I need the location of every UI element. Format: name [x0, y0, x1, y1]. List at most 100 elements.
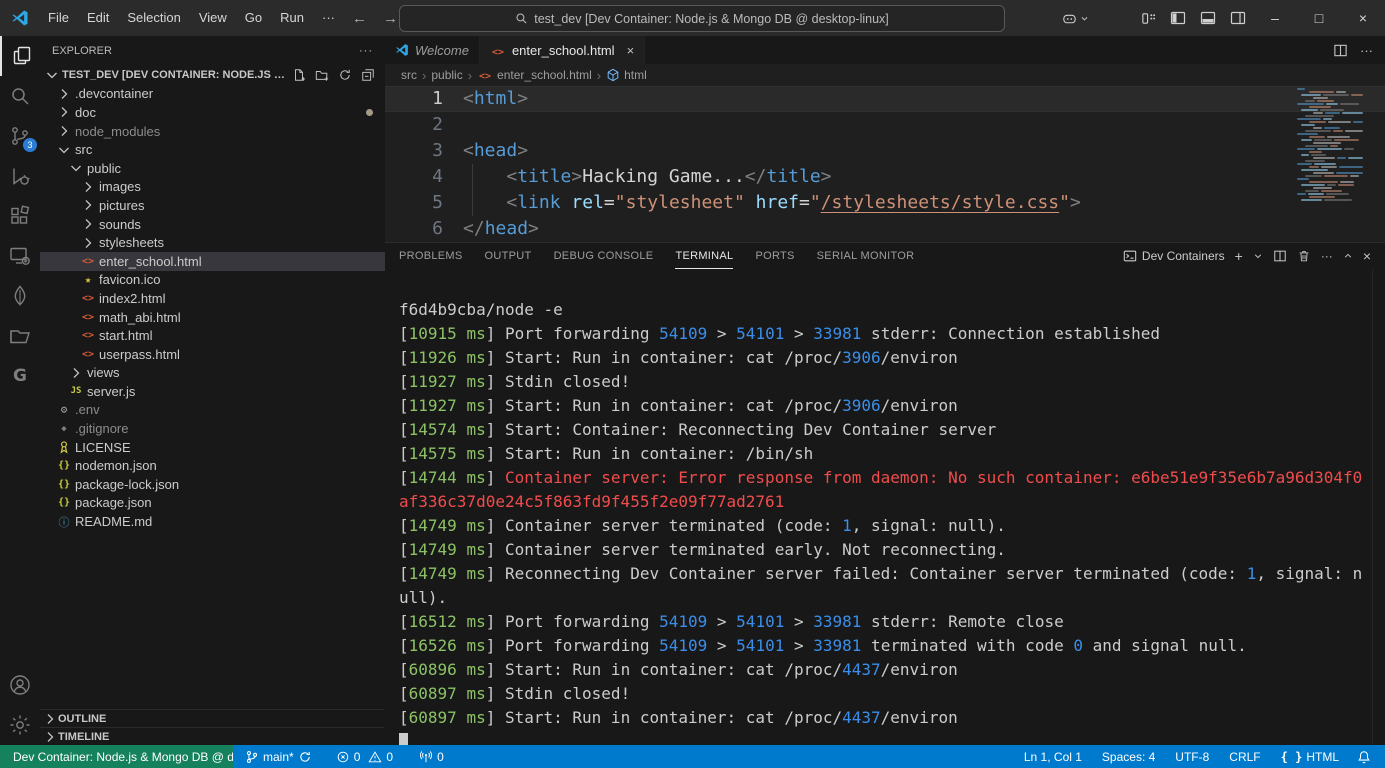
tree-item-index2-html[interactable]: <>index2.html: [40, 289, 385, 308]
tree-item-readme-md[interactable]: ⓘREADME.md: [40, 512, 385, 531]
tree-item-userpass-html[interactable]: <>userpass.html: [40, 345, 385, 364]
activity-source-control-icon[interactable]: 3: [0, 116, 40, 156]
indentation[interactable]: Spaces: 4: [1096, 745, 1161, 768]
activity-explorer-icon[interactable]: [0, 36, 42, 76]
tree-item--env[interactable]: ⚙.env: [40, 401, 385, 420]
outline-section[interactable]: OUTLINE: [40, 709, 384, 728]
menu-file[interactable]: File: [39, 6, 78, 30]
tab-enter-school-html[interactable]: <>enter_school.html×: [480, 36, 645, 64]
tree-item-views[interactable]: views: [40, 364, 385, 383]
explorer-more-actions-button[interactable]: ···: [359, 45, 373, 57]
activity-search-icon[interactable]: [0, 76, 40, 116]
tree-item-favicon-ico[interactable]: ★favicon.ico: [40, 271, 385, 290]
tree-item-enter-school-html[interactable]: <>enter_school.html: [40, 252, 385, 271]
activity-mongodb-icon[interactable]: [0, 276, 40, 316]
toggle-panel-button[interactable]: [1193, 5, 1223, 31]
new-terminal-button[interactable]: +: [1235, 249, 1243, 263]
eol-sequence[interactable]: CRLF: [1223, 745, 1266, 768]
tree-item-start-html[interactable]: <>start.html: [40, 326, 385, 345]
activity-settings-icon[interactable]: [0, 705, 40, 745]
minimap-line: [1297, 97, 1363, 99]
new-folder-icon[interactable]: [315, 68, 329, 82]
breadcrumb-src[interactable]: src: [401, 68, 417, 82]
minimap-bar: [1308, 193, 1324, 195]
activity-extensions-icon[interactable]: [0, 196, 40, 236]
refresh-icon[interactable]: [338, 68, 352, 82]
tree-item-package-json[interactable]: {}package.json: [40, 494, 385, 513]
close-button[interactable]: ×: [1341, 1, 1385, 36]
maximize-button[interactable]: □: [1297, 1, 1341, 36]
toggle-secondary-sidebar-button[interactable]: [1223, 5, 1253, 31]
terminal-dropdown-icon[interactable]: [1253, 251, 1263, 261]
explorer-root-folder[interactable]: TEST_DEV [DEV CONTAINER: NODE.JS & MONGO…: [40, 66, 385, 85]
panel-tab-output[interactable]: OUTPUT: [485, 243, 532, 269]
split-editor-icon[interactable]: [1333, 43, 1348, 58]
terminal-scrollbar[interactable]: [1372, 269, 1385, 746]
ports-item[interactable]: 0: [413, 745, 450, 768]
tree-item-node-modules[interactable]: node_modules: [40, 122, 385, 141]
menu-go[interactable]: Go: [236, 6, 271, 30]
tree-item-src[interactable]: src: [40, 140, 385, 159]
terminal-profile[interactable]: Dev Containers: [1123, 249, 1225, 263]
notifications-bell[interactable]: [1351, 745, 1377, 768]
kill-terminal-icon[interactable]: [1297, 249, 1311, 263]
panel-more-actions-icon[interactable]: ···: [1321, 249, 1333, 263]
tab-welcome[interactable]: Welcome: [385, 36, 480, 64]
tree-item-license[interactable]: LICENSE: [40, 438, 385, 457]
more-actions-icon[interactable]: ···: [1360, 43, 1373, 58]
split-terminal-icon[interactable]: [1273, 249, 1287, 263]
collapse-all-icon[interactable]: [361, 68, 375, 82]
menu-selection[interactable]: Selection: [118, 6, 189, 30]
timeline-section[interactable]: TIMELINE: [40, 727, 384, 745]
tree-item-doc[interactable]: doc: [40, 103, 385, 122]
minimap[interactable]: [1297, 88, 1363, 218]
breadcrumb-html[interactable]: html: [606, 68, 647, 82]
activity-docker-icon[interactable]: [0, 316, 40, 356]
tree-item-images[interactable]: images: [40, 178, 385, 197]
copilot-button[interactable]: [1061, 10, 1089, 27]
close-tab-icon[interactable]: ×: [627, 43, 635, 58]
panel-tab-debug-console[interactable]: DEBUG CONSOLE: [554, 243, 654, 269]
tree-item--gitignore[interactable]: ◆.gitignore: [40, 419, 385, 438]
new-file-icon[interactable]: [292, 68, 306, 82]
tree-item-nodemon-json[interactable]: {}nodemon.json: [40, 456, 385, 475]
activity-gitlens-icon[interactable]: G: [0, 356, 40, 396]
language-mode[interactable]: { } HTML: [1275, 745, 1345, 768]
menu-[interactable]: ···: [313, 6, 344, 30]
tree-item-sounds[interactable]: sounds: [40, 215, 385, 234]
code-editor[interactable]: 1<html>23<head>4 <title>Hacking Game...<…: [385, 86, 1385, 242]
menu-run[interactable]: Run: [271, 6, 313, 30]
customize-layout-button[interactable]: [1133, 5, 1163, 31]
tree-item-public[interactable]: public: [40, 159, 385, 178]
close-panel-icon[interactable]: ×: [1363, 249, 1371, 263]
tree-item-server-js[interactable]: JSserver.js: [40, 382, 385, 401]
tree-item-pictures[interactable]: pictures: [40, 196, 385, 215]
maximize-panel-icon[interactable]: [1343, 251, 1353, 261]
problems-item[interactable]: 0 0: [330, 745, 399, 768]
back-button[interactable]: ←: [344, 10, 375, 27]
encoding[interactable]: UTF-8: [1169, 745, 1215, 768]
tree-item--devcontainer[interactable]: .devcontainer: [40, 85, 385, 104]
remote-indicator[interactable]: Dev Container: Node.js & Mongo DB @ desk…: [0, 745, 233, 768]
git-branch-item[interactable]: main*: [239, 745, 318, 768]
tree-item-package-lock-json[interactable]: {}package-lock.json: [40, 475, 385, 494]
panel-tab-problems[interactable]: PROBLEMS: [399, 243, 463, 269]
tree-item-math-abi-html[interactable]: <>math_abi.html: [40, 308, 385, 327]
menu-view[interactable]: View: [190, 6, 236, 30]
minimize-button[interactable]: –: [1253, 1, 1297, 36]
panel-tab-serial-monitor[interactable]: SERIAL MONITOR: [817, 243, 915, 269]
panel-tab-ports[interactable]: PORTS: [755, 243, 794, 269]
menu-edit[interactable]: Edit: [78, 6, 118, 30]
terminal-output[interactable]: f6d4b9cba/node -e[10915 ms] Port forward…: [385, 269, 1373, 746]
tree-item-stylesheets[interactable]: stylesheets: [40, 233, 385, 252]
activity-account-icon[interactable]: [0, 665, 40, 705]
breadcrumb-public[interactable]: public: [431, 68, 462, 82]
breadcrumb-enter-school-html[interactable]: <>enter_school.html: [477, 68, 592, 82]
minimap-line: [1297, 136, 1363, 138]
panel-tab-terminal[interactable]: TERMINAL: [675, 243, 733, 269]
activity-remote-explorer-icon[interactable]: [0, 236, 40, 276]
command-center[interactable]: test_dev [Dev Container: Node.js & Mongo…: [399, 5, 1005, 32]
toggle-sidebar-button[interactable]: [1163, 5, 1193, 31]
cursor-position[interactable]: Ln 1, Col 1: [1018, 745, 1088, 768]
activity-run-and-debug-icon[interactable]: [0, 156, 40, 196]
